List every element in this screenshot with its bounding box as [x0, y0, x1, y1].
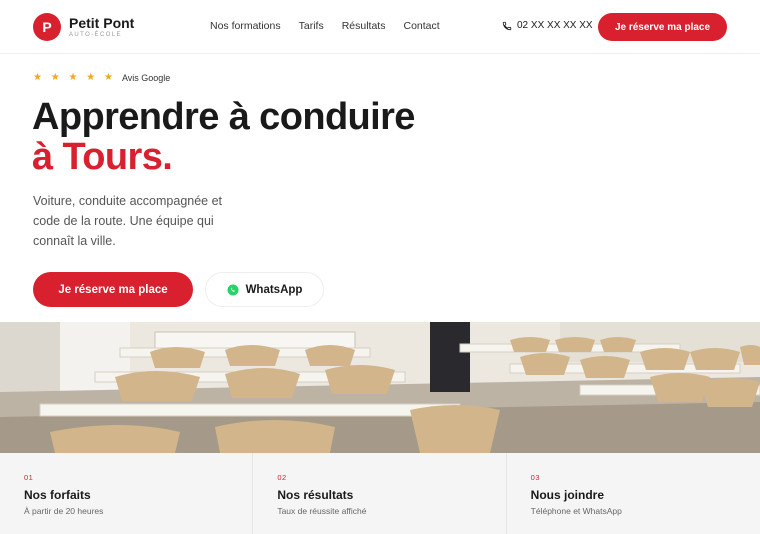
card-number: 01	[24, 473, 34, 482]
card-title: Nous joindre	[530, 488, 604, 502]
card-resultats[interactable]: 02 Nos résultats Taux de réussite affich…	[253, 453, 507, 534]
brand-logo[interactable]: P Petit Pont AUTO-ÉCOLE	[33, 13, 134, 41]
classroom-photo	[0, 322, 760, 453]
rating-stars-icon: ★ ★ ★ ★ ★	[33, 72, 116, 83]
whatsapp-icon	[227, 284, 239, 295]
hero-title-line1: Apprendre à conduire	[32, 96, 415, 138]
main-nav: Nos formations Tarifs Résultats Contact	[210, 20, 458, 32]
phone-number: 02 XX XX XX XX	[517, 20, 593, 31]
reserve-button-header[interactable]: Je réserve ma place	[598, 13, 727, 41]
google-reviews: ★ ★ ★ ★ ★ Avis Google	[33, 72, 170, 83]
nav-link-tarifs[interactable]: Tarifs	[299, 20, 324, 32]
card-number: 02	[277, 473, 287, 482]
nav-link-formations[interactable]: Nos formations	[210, 20, 281, 32]
card-number: 03	[530, 473, 540, 482]
hero-title: Apprendre à conduire à Tours.	[32, 97, 415, 177]
nav-link-contact[interactable]: Contact	[403, 20, 439, 32]
hero-title-line2: à Tours.	[32, 136, 173, 178]
whatsapp-label: WhatsApp	[245, 283, 303, 296]
whatsapp-button[interactable]: WhatsApp	[205, 272, 324, 307]
site-header: P Petit Pont AUTO-ÉCOLE Nos formations T…	[0, 0, 760, 54]
card-subtitle: Taux de réussite affiché	[277, 506, 367, 516]
logo-mark: P	[33, 13, 61, 41]
card-subtitle: À partir de 20 heures	[24, 506, 104, 516]
nav-link-resultats[interactable]: Résultats	[342, 20, 386, 32]
phone-icon	[502, 21, 512, 30]
reserve-button[interactable]: Je réserve ma place	[33, 272, 193, 307]
card-title: Nos résultats	[277, 488, 354, 502]
card-subtitle: Téléphone et WhatsApp	[530, 506, 622, 516]
card-title: Nos forfaits	[24, 488, 91, 502]
card-forfaits[interactable]: 01 Nos forfaits À partir de 20 heures	[0, 453, 254, 534]
reviews-label: Avis Google	[121, 72, 171, 83]
brand-tagline: AUTO-ÉCOLE	[69, 32, 122, 38]
card-contact[interactable]: 03 Nous joindre Téléphone et WhatsApp	[507, 453, 760, 534]
hero-lead: Voiture, conduite accompagnée et code de…	[33, 194, 223, 248]
feature-cards: 01 Nos forfaits À partir de 20 heures 02…	[0, 453, 760, 534]
brand-name: Petit Pont	[69, 15, 135, 31]
phone-link[interactable]: 02 XX XX XX XX	[502, 20, 593, 31]
